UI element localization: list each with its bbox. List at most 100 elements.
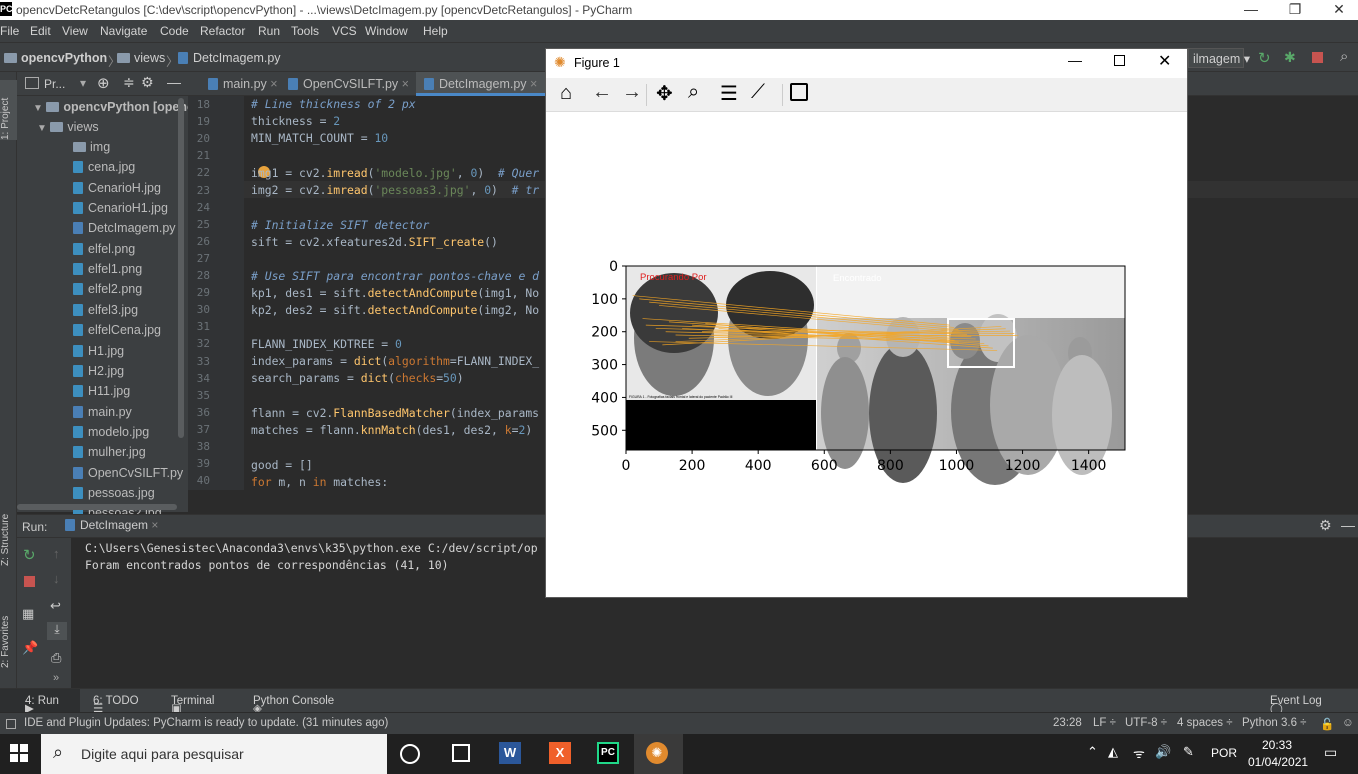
soft-wrap-icon[interactable]: ↩ (50, 598, 61, 614)
start-windows-icon[interactable] (10, 744, 28, 762)
menu-navigate[interactable]: Navigate (100, 24, 147, 38)
status-interpreter[interactable]: Python 3.6 ÷ (1242, 717, 1307, 729)
tree-file-item[interactable]: OpenCvSILFT.py (73, 466, 183, 480)
back-icon[interactable]: ← (592, 81, 612, 104)
menu-help[interactable]: Help (423, 24, 448, 38)
menu-vcs[interactable]: VCS (332, 24, 357, 38)
menu-edit[interactable]: Edit (30, 24, 51, 38)
status-indent[interactable]: 4 spaces ÷ (1177, 717, 1233, 729)
menu-refactor[interactable]: Refactor (200, 24, 245, 38)
zoom-icon[interactable]: ⌕ (688, 81, 699, 104)
menu-tools[interactable]: Tools (291, 24, 319, 38)
breadcrumb-project[interactable]: opencvPython (4, 51, 107, 65)
word-app-icon[interactable]: W (499, 742, 521, 764)
minimize-button[interactable]: — (1228, 0, 1274, 20)
run-config-dropdown[interactable]: ilmagem ▾ (1188, 48, 1250, 68)
tree-file-item[interactable]: elfel1.png (73, 262, 142, 276)
menu-view[interactable]: View (62, 24, 88, 38)
tab-opencvsilft-py[interactable]: OpenCvSILFT.py × (280, 72, 417, 96)
tree-scrollbar[interactable] (178, 98, 184, 438)
tree-file-item[interactable]: modelo.jpg (73, 425, 149, 439)
task-switch-icon[interactable] (452, 744, 470, 762)
task-view-icon[interactable] (400, 744, 420, 764)
pin-icon[interactable]: 📌 (22, 640, 38, 656)
status-layout-icon[interactable] (6, 719, 16, 729)
status-message[interactable]: IDE and Plugin Updates: PyCharm is ready… (24, 717, 388, 729)
down-arrow-icon[interactable]: ↓ (53, 571, 60, 586)
project-view-selector[interactable]: Pr... (44, 77, 65, 91)
status-line-separator[interactable]: LF ÷ (1093, 717, 1116, 729)
project-tool-tab[interactable]: 1: Project (0, 80, 17, 140)
stop-icon[interactable] (1312, 52, 1323, 63)
breadcrumb-file[interactable]: DetcImagem.py (178, 51, 281, 65)
up-arrow-icon[interactable]: ↑ (53, 546, 60, 561)
hide-icon[interactable]: — (1341, 517, 1355, 533)
tree-file-item[interactable]: H2.jpg (73, 364, 124, 378)
todo-tool-tab[interactable]: ☰ 6: TODO (93, 695, 139, 715)
search-everywhere-icon[interactable]: ⌕ (1340, 48, 1348, 65)
save-icon[interactable] (790, 83, 808, 101)
hide-icon[interactable]: — (167, 74, 181, 90)
close-tab-icon[interactable]: × (530, 77, 537, 91)
menu-window[interactable]: Window (365, 24, 408, 38)
tree-file-item[interactable]: elfel.png (73, 242, 135, 256)
tree-file-item[interactable]: elfel2.png (73, 282, 142, 296)
home-icon[interactable]: ⌂ (560, 82, 572, 105)
pen-icon[interactable]: ✎ (1183, 744, 1194, 760)
tree-file-item[interactable]: H1.jpg (73, 344, 124, 358)
run-tool-tab[interactable]: ▶ 4: Run (25, 695, 59, 715)
more-icon[interactable]: » (53, 672, 59, 684)
figure-minimize-button[interactable]: — (1068, 52, 1082, 68)
tree-root[interactable]: ▼ opencvPython [openc (33, 100, 194, 114)
tree-file-item[interactable]: mulher.jpg (73, 445, 146, 459)
tree-file-item[interactable]: CenarioH1.jpg (73, 201, 168, 215)
network-icon[interactable]: ◭ (1108, 744, 1118, 760)
close-tab-icon[interactable]: × (402, 77, 409, 91)
tree-file-item[interactable]: CenarioH.jpg (73, 181, 161, 195)
tab-main-py[interactable]: main.py × (200, 72, 286, 96)
tree-file-item[interactable]: DetcImagem.py (73, 221, 176, 235)
menu-run[interactable]: Run (258, 24, 280, 38)
rerun-icon[interactable]: ↻ (23, 546, 36, 564)
tree-file-item[interactable]: elfelCena.jpg (73, 323, 161, 337)
volume-icon[interactable]: 🔊 (1155, 744, 1171, 760)
tree-hscrollbar[interactable] (17, 504, 177, 510)
tab-detcimagem-py[interactable]: DetcImagem.py × (416, 72, 546, 96)
lock-icon[interactable]: 🔓 (1320, 717, 1334, 731)
menu-file[interactable]: File (0, 24, 19, 38)
tree-file-item[interactable]: main.py (73, 405, 132, 419)
clock-time[interactable]: 20:33 (1262, 738, 1292, 752)
pycharm-taskbar-icon[interactable]: PC (597, 742, 619, 764)
tree-folder-views[interactable]: ▼ views (37, 120, 99, 134)
configure-subplots-icon[interactable]: ☰ (720, 81, 738, 106)
run-tab-detcimagem[interactable]: DetcImagem × (65, 518, 158, 532)
language-indicator[interactable]: POR (1211, 746, 1237, 760)
xampp-app-icon[interactable]: X (549, 742, 571, 764)
tray-chevron-icon[interactable]: ⌃ (1087, 744, 1098, 760)
print-icon[interactable]: ⎙ (51, 650, 61, 666)
figure-canvas[interactable]: FIGURA 1 - Fotografias faciais frontal e… (546, 113, 1187, 593)
layout-icon[interactable]: ▦ (22, 606, 34, 622)
terminal-tool-tab[interactable]: ▣ Terminal (171, 695, 214, 715)
figure-close-button[interactable]: ✕ (1158, 51, 1171, 71)
scroll-to-end-icon[interactable]: ⤓ (47, 622, 67, 640)
wifi-icon[interactable]: ᯤ (1133, 744, 1145, 762)
close-tab-icon[interactable]: × (151, 518, 158, 532)
tree-file-item[interactable]: cena.jpg (73, 160, 135, 174)
taskbar-search-box[interactable]: ⌕ Digite aqui para pesquisar (41, 734, 387, 774)
menu-code[interactable]: Code (160, 24, 189, 38)
pan-icon[interactable]: ✥ (656, 81, 673, 106)
rerun-icon[interactable]: ↻ (1258, 49, 1271, 67)
status-cursor-position[interactable]: 23:28 (1053, 717, 1082, 729)
breadcrumb-folder[interactable]: views (117, 51, 165, 65)
gear-icon[interactable]: ⚙ (141, 74, 154, 91)
restore-button[interactable]: ❐ (1272, 0, 1318, 20)
dropdown-icon[interactable]: ▾ (80, 76, 86, 90)
tree-file-item[interactable]: elfel3.jpg (73, 303, 138, 317)
edit-axis-icon[interactable]: ⟋ (751, 81, 765, 104)
inspector-icon[interactable]: ☺ (1342, 717, 1354, 729)
clock-date[interactable]: 01/04/2021 (1248, 755, 1308, 769)
structure-tool-tab[interactable]: Z: Structure (0, 506, 17, 566)
matplotlib-taskbar-icon[interactable]: ✺ (646, 742, 668, 764)
status-encoding[interactable]: UTF-8 ÷ (1125, 717, 1167, 729)
